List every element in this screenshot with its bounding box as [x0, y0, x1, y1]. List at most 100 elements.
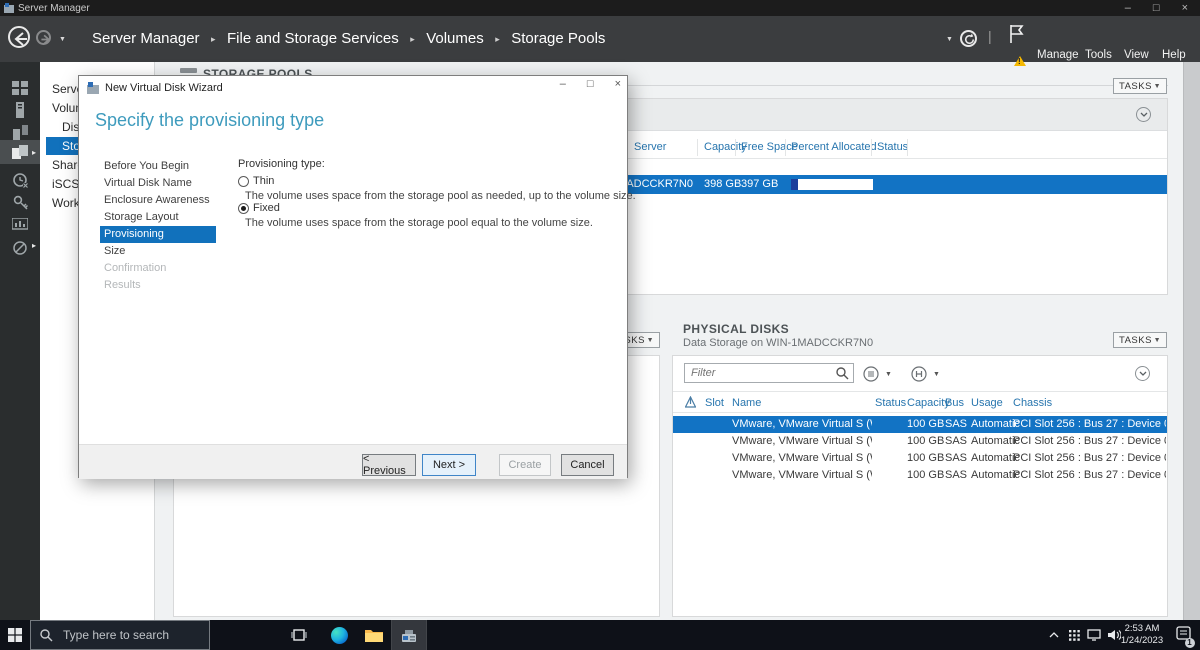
cancel-button[interactable]: Cancel — [561, 454, 614, 476]
wizard-step-storage-layout[interactable]: Storage Layout — [100, 209, 216, 226]
column-header-status[interactable]: Status — [877, 141, 908, 153]
column-header-usage[interactable]: Usage — [971, 397, 1003, 409]
column-header-percent-allocated[interactable]: Percent Allocated — [791, 141, 877, 153]
wizard-title: New Virtual Disk Wizard — [105, 82, 223, 94]
column-header-chassis[interactable]: Chassis — [1013, 397, 1052, 409]
new-virtual-disk-wizard-dialog: New Virtual Disk Wizard – □ × Specify th… — [78, 75, 636, 479]
wizard-step-size[interactable]: Size — [100, 243, 216, 260]
edge-browser-button[interactable] — [322, 620, 356, 650]
list-view-button[interactable]: ▼ — [863, 365, 903, 383]
vertical-scrollbar[interactable] — [1183, 62, 1200, 620]
refresh-icon[interactable] — [960, 30, 977, 47]
provisioning-type-label: Provisioning type: — [238, 158, 325, 170]
menu-help[interactable]: Help — [1162, 49, 1186, 61]
disk-name: VMware, VMware Virtual S (WIN-... — [732, 418, 872, 430]
wizard-close-button[interactable]: × — [615, 78, 621, 90]
forward-icon[interactable] — [36, 30, 51, 45]
disk-name: VMware, VMware Virtual S (WIN-... — [732, 452, 872, 464]
column-header-name[interactable]: Name — [732, 397, 761, 409]
collapse-chevron-icon[interactable] — [1136, 107, 1151, 122]
menu-view[interactable]: View — [1124, 49, 1149, 61]
taskbar-search-input[interactable] — [30, 620, 210, 650]
filter-input[interactable] — [684, 363, 854, 383]
taskbar: 2:53 AM 1/24/2023 1 — [0, 619, 1200, 650]
back-icon[interactable] — [8, 26, 30, 48]
physical-disk-row[interactable]: VMware, VMware Virtual S (WIN-... 100 GB… — [673, 433, 1167, 450]
radio-fixed[interactable] — [238, 203, 249, 214]
caret-down-icon: ▼ — [933, 370, 940, 378]
previous-button[interactable]: < Previous — [362, 453, 416, 477]
rail-security-key-icon[interactable] — [0, 190, 40, 214]
server-manager-taskbar-button[interactable] — [391, 619, 427, 650]
wizard-step-before-you-begin[interactable]: Before You Begin — [100, 158, 216, 175]
menu-tools[interactable]: Tools — [1085, 49, 1112, 61]
window-title: Server Manager — [18, 2, 90, 14]
breadcrumb-server-manager[interactable]: Server Manager — [92, 30, 200, 47]
menu-manage[interactable]: Manage — [1037, 49, 1079, 61]
column-header-server[interactable]: Server — [634, 141, 666, 153]
rail-dashboard-icon[interactable] — [0, 76, 40, 100]
fixed-description: The volume uses space from the storage p… — [245, 217, 593, 229]
physical-disk-row[interactable]: VMware, VMware Virtual S (WIN-... 100 GB… — [673, 416, 1167, 433]
clock-time: 2:53 AM — [1124, 623, 1160, 634]
radio-fixed-label[interactable]: Fixed — [253, 202, 280, 214]
breadcrumb-file-storage-services[interactable]: File and Storage Services — [227, 30, 399, 47]
tray-display-icon[interactable] — [1084, 620, 1104, 650]
physical-disk-row[interactable]: VMware, VMware Virtual S (WIN-... 100 GB… — [673, 450, 1167, 467]
wizard-maximize-button[interactable]: □ — [587, 78, 594, 90]
column-header-free-space[interactable]: Free Space — [741, 141, 798, 153]
disk-bus: SAS — [945, 452, 968, 464]
disk-bus: SAS — [945, 435, 968, 447]
file-explorer-button[interactable] — [357, 620, 391, 650]
wizard-step-virtual-disk-name[interactable]: Virtual Disk Name — [100, 175, 216, 192]
windows-logo-icon — [8, 628, 22, 642]
rail-local-server-icon[interactable] — [0, 98, 40, 122]
rail-file-storage-services-icon[interactable]: ▸ — [0, 140, 40, 164]
task-view-icon — [291, 629, 307, 641]
action-center-button[interactable]: 1 — [1170, 620, 1196, 650]
disk-chassis: PCI Slot 256 : Bus 27 : Device 0 : Funct… — [1013, 452, 1166, 464]
disk-bus: SAS — [945, 469, 968, 481]
tray-chevron-up-icon[interactable] — [1044, 620, 1064, 650]
navbar-divider: | — [988, 28, 992, 44]
window-maximize-button[interactable]: □ — [1153, 2, 1160, 14]
storage-pools-tasks-button[interactable]: TASKS ▼ — [1113, 78, 1167, 94]
folder-icon — [365, 630, 383, 642]
rail-performance-icon[interactable] — [0, 212, 40, 236]
wizard-minimize-button[interactable]: – — [560, 78, 566, 90]
wizard-footer: < Previous Next > Create Cancel — [79, 444, 627, 479]
radio-thin[interactable] — [238, 176, 249, 187]
radio-thin-label[interactable]: Thin — [253, 175, 274, 187]
create-button[interactable]: Create — [499, 454, 551, 476]
search-icon — [40, 629, 53, 642]
column-header-capacity[interactable]: Capacity — [907, 397, 950, 409]
column-header-slot[interactable]: Slot — [705, 397, 724, 409]
rail-events-icon[interactable] — [0, 168, 40, 192]
task-view-button[interactable] — [282, 620, 316, 650]
warning-triangle-icon — [1014, 56, 1026, 66]
wizard-step-enclosure-awareness[interactable]: Enclosure Awareness — [100, 192, 216, 209]
column-header-bus[interactable]: Bus — [945, 397, 964, 409]
alert-column-icon[interactable] — [685, 396, 696, 408]
physical-disks-tasks-button[interactable]: TASKS ▼ — [1113, 332, 1167, 348]
server-manager-screen: Server Manager – □ × ▼ Server Manager ▸ … — [0, 0, 1200, 650]
wizard-step-provisioning[interactable]: Provisioning — [100, 226, 216, 243]
start-button[interactable] — [0, 620, 30, 650]
notifications-flag-icon[interactable] — [1008, 24, 1026, 44]
window-close-button[interactable]: × — [1182, 2, 1188, 14]
next-button[interactable]: Next > — [422, 454, 476, 476]
breadcrumb-storage-pools[interactable]: Storage Pools — [511, 30, 605, 47]
rail-bpa-icon[interactable]: ▸ — [0, 236, 40, 260]
taskbar-clock[interactable]: 2:53 AM 1/24/2023 — [1114, 623, 1170, 647]
collapse-chevron-icon[interactable] — [1135, 366, 1150, 381]
disk-chassis: PCI Slot 256 : Bus 27 : Device 0 : Funct… — [1013, 435, 1166, 447]
history-caret-icon[interactable]: ▼ — [59, 36, 66, 43]
breadcrumb-volumes[interactable]: Volumes — [426, 30, 484, 47]
server-manager-app-icon — [4, 3, 14, 13]
tray-grid-icon[interactable] — [1064, 620, 1084, 650]
physical-disk-row[interactable]: VMware, VMware Virtual S (WIN-... 100 GB… — [673, 467, 1167, 484]
window-minimize-button[interactable]: – — [1125, 2, 1131, 14]
column-header-status[interactable]: Status — [875, 397, 906, 409]
navbar-caret-icon[interactable]: ▼ — [946, 36, 953, 43]
group-by-button[interactable]: ▼ — [911, 365, 951, 383]
